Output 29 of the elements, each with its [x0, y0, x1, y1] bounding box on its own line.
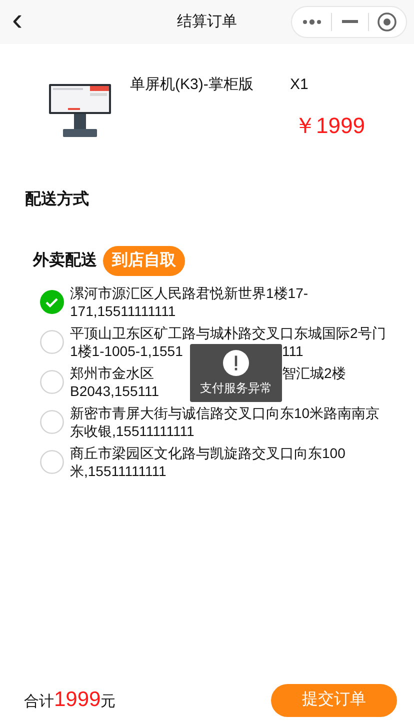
page-title: 结算订单 — [176, 12, 238, 32]
warning-icon — [223, 350, 249, 376]
delivery-tab[interactable]: 外卖配送 — [33, 246, 97, 276]
back-button[interactable]: ‹ — [12, 3, 23, 41]
radio-button[interactable] — [40, 450, 64, 474]
address-text: 111 — [282, 342, 304, 360]
address-text: 智汇城2楼 — [282, 364, 346, 382]
section-heading: 配送方式 — [25, 189, 90, 210]
radio-button[interactable] — [40, 410, 64, 434]
address-text: 新密市青屏大街与诚信路交叉口向东10米路南南京 — [70, 404, 380, 422]
radio-button[interactable] — [40, 370, 64, 394]
address-text: 东收银,15511111111 — [70, 422, 194, 440]
address-text: 平顶山卫东区矿工路与城朴路交叉口东城国际2号门 — [70, 324, 386, 342]
radio-button[interactable] — [40, 330, 64, 354]
address-text: 171,15511111111 — [70, 302, 176, 320]
product-quantity: X1 — [290, 75, 308, 95]
total-label: 合计 — [24, 692, 54, 712]
address-text: 商丘市梁园区文化路与凯旋路交叉口向东100 — [70, 444, 346, 462]
address-text: 1楼1-1005-1,1551 — [70, 342, 184, 360]
address-text: 郑州市金水区 — [70, 364, 155, 382]
total-amount: 1999 — [54, 687, 101, 713]
address-text: 米,15511111111 — [70, 462, 166, 480]
toast-message: 支付服务异常 — [200, 380, 272, 396]
checked-radio[interactable] — [40, 290, 64, 314]
address-text: 漯河市源汇区人民路君悦新世界1楼17- — [70, 284, 308, 302]
currency-unit: 元 — [100, 692, 116, 712]
product-price: ￥1999 — [294, 112, 365, 140]
product-name: 单屏机(K3)-掌柜版 — [130, 75, 254, 95]
address-text: B2043,155111 — [70, 382, 160, 400]
